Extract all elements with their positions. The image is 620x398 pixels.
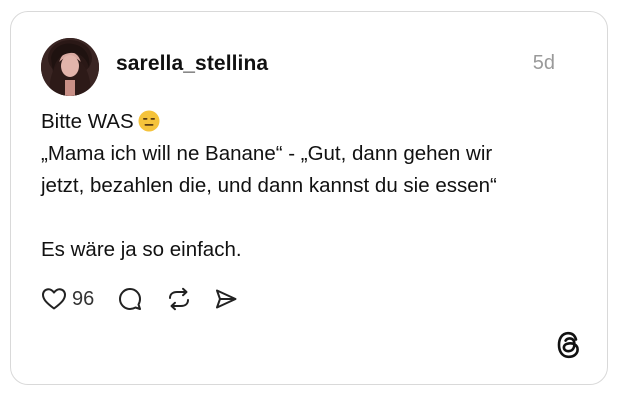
comment-icon — [119, 288, 142, 310]
post-card: sarella_stellina 5d Bitte WAS „Mama ich … — [10, 11, 608, 385]
post-text-line-5: Es wäre ja so einfach. — [41, 238, 242, 261]
post-text: Bitte WAS „Mama ich will ne Banane“ - „G… — [41, 106, 581, 266]
share-button[interactable] — [214, 287, 238, 311]
username[interactable]: sarella_stellina — [116, 52, 268, 76]
expressionless-face-emoji-icon — [138, 110, 160, 132]
like-count: 96 — [72, 287, 95, 310]
post-text-line-1-text: Bitte WAS — [41, 110, 134, 133]
post-text-line-2: „Mama ich will ne Banane“ - „Gut, dann g… — [41, 142, 493, 165]
threads-logo-icon — [555, 330, 583, 360]
avatar[interactable] — [41, 38, 99, 96]
action-bar: 96 — [41, 282, 238, 316]
repost-icon — [169, 287, 190, 311]
heart-icon — [42, 288, 66, 310]
post-text-blank-line — [41, 202, 581, 234]
share-icon — [216, 289, 237, 309]
repost-button[interactable] — [166, 287, 192, 311]
post-text-line-1: Bitte WAS — [41, 106, 581, 138]
like-button[interactable]: 96 — [41, 287, 94, 311]
post-text-line-3: jetzt, bezahlen die, und dann kannst du … — [41, 174, 497, 197]
post-timestamp: 5d — [532, 52, 555, 74]
avatar-image — [41, 38, 99, 96]
comment-button[interactable] — [118, 287, 142, 311]
